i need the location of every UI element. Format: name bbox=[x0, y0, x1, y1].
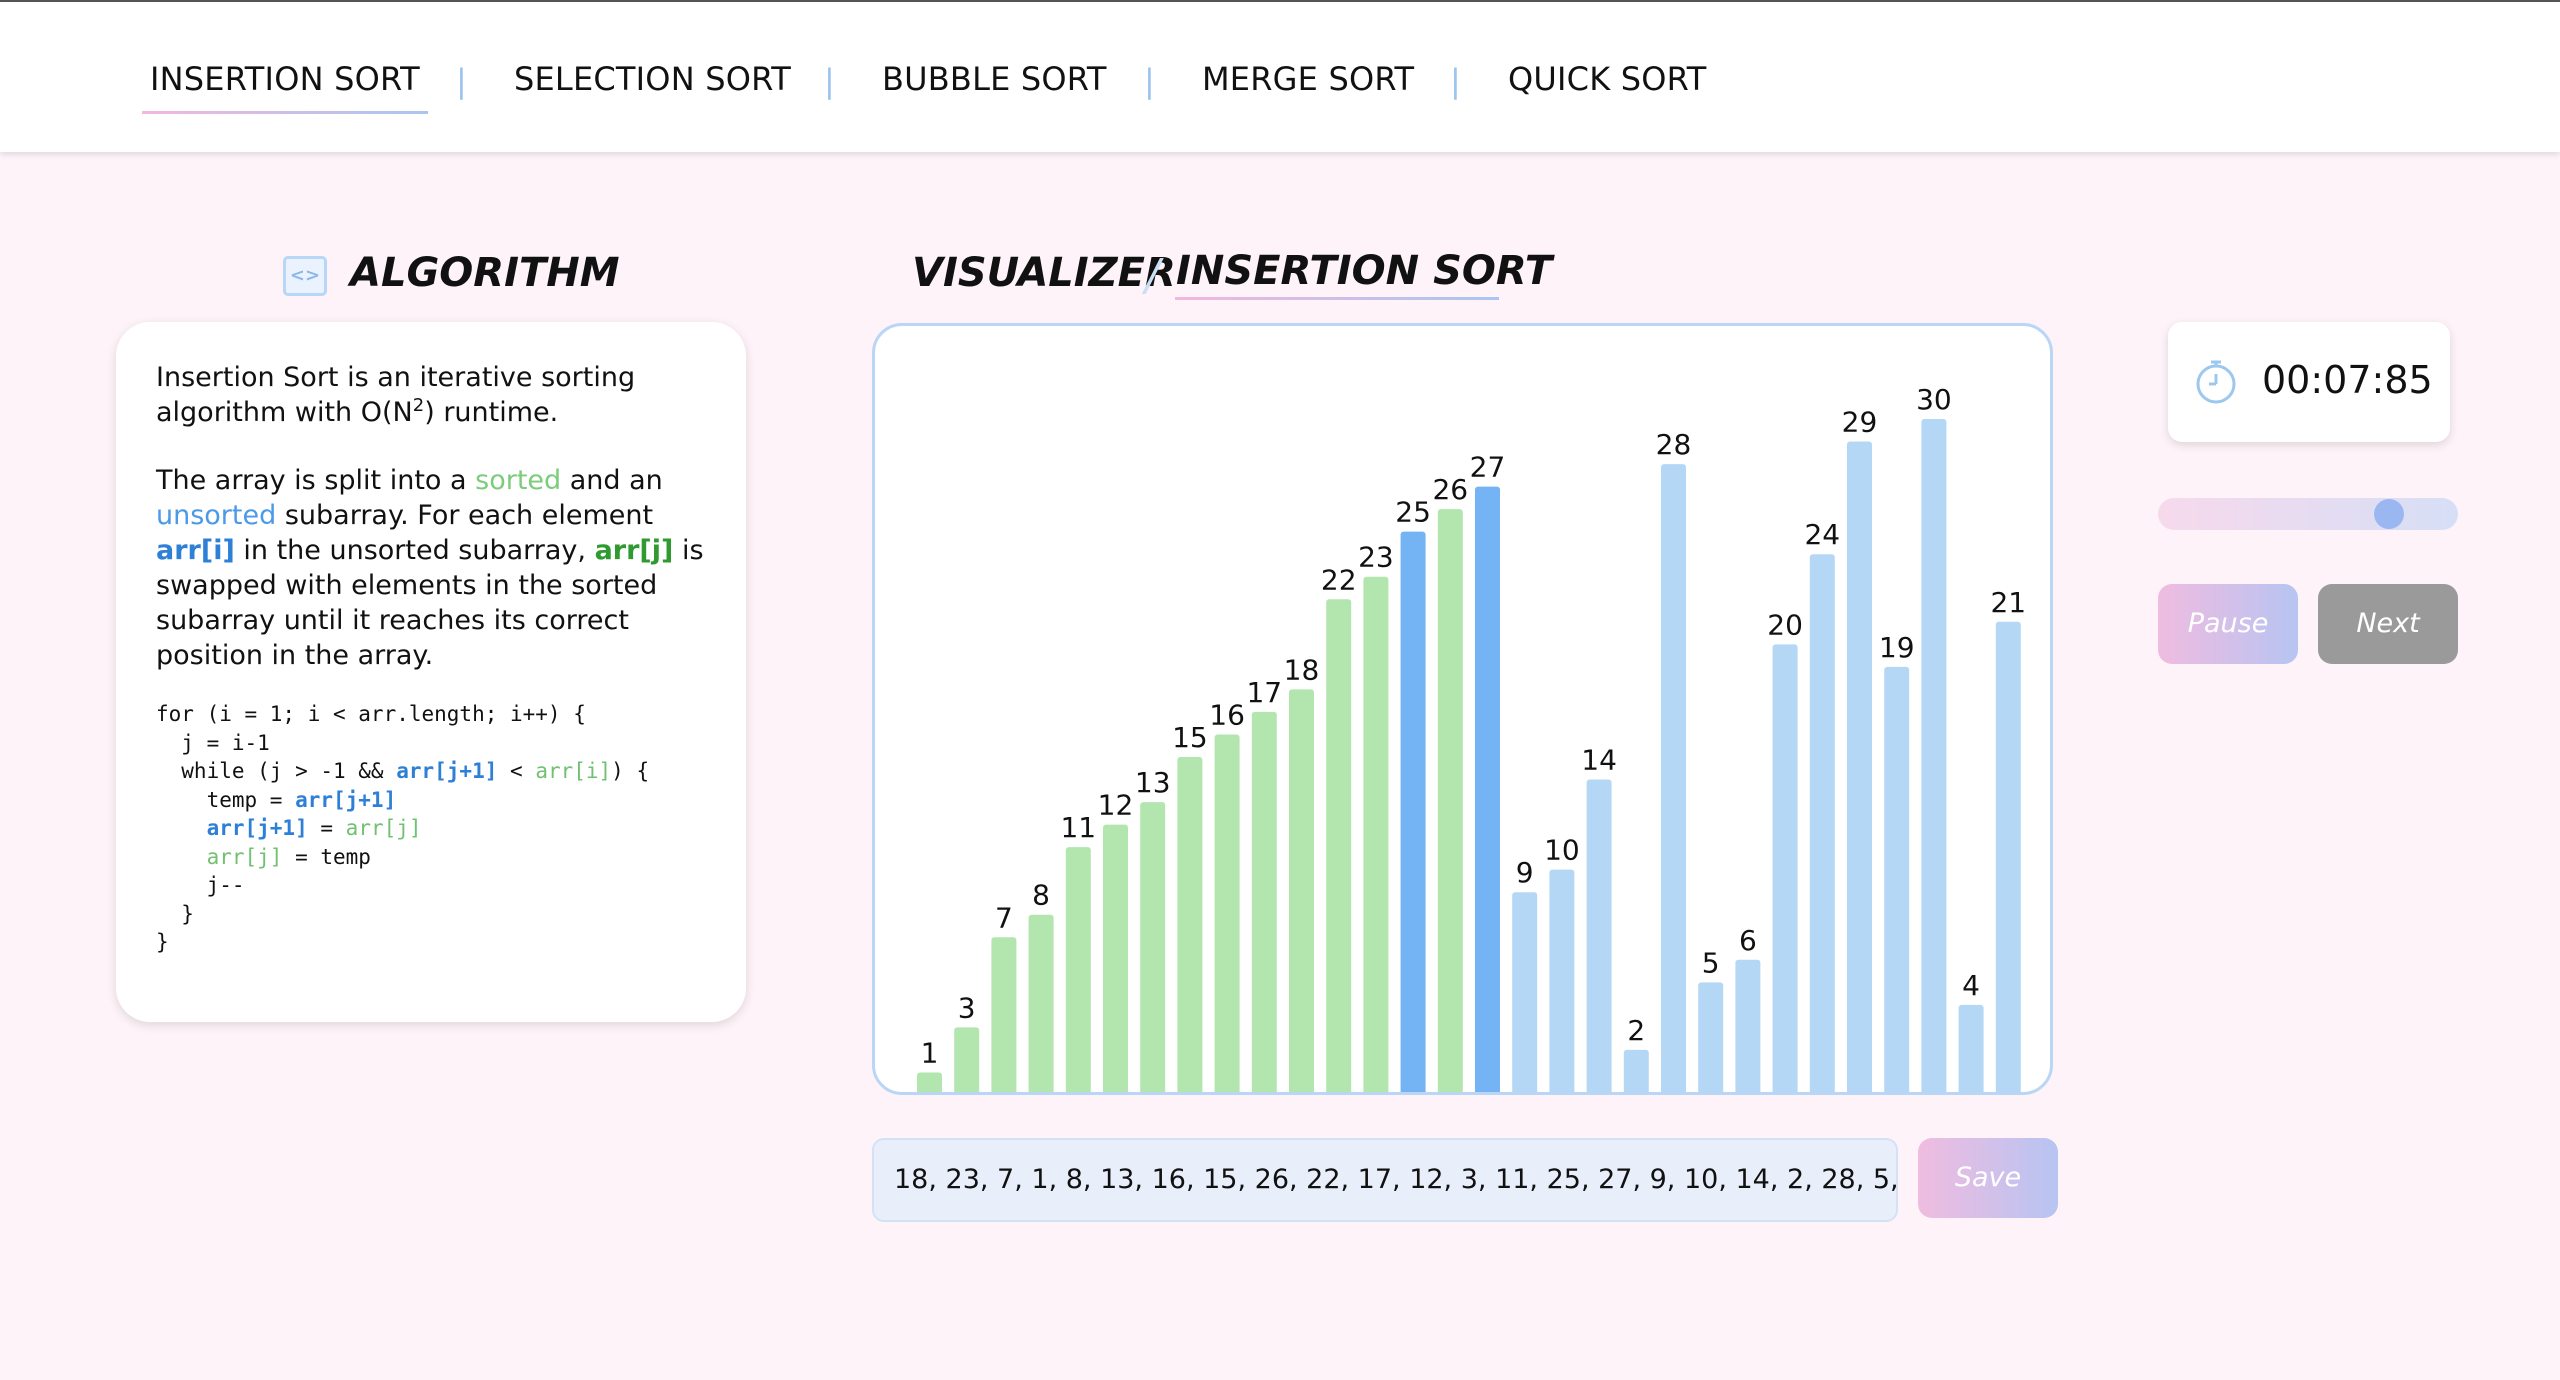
bar-26 bbox=[1884, 666, 1910, 1092]
bar-28 bbox=[1958, 1004, 1984, 1092]
bar-label-11: 22 bbox=[1321, 563, 1357, 596]
pseudo-code: for (i = 1; i < arr.length; i++) { j = i… bbox=[156, 702, 650, 954]
bar-label-16: 9 bbox=[1516, 856, 1534, 889]
bar-1 bbox=[954, 1027, 980, 1092]
bar-12 bbox=[1363, 576, 1389, 1092]
speed-slider[interactable] bbox=[2158, 498, 2458, 530]
bar-8 bbox=[1214, 734, 1240, 1092]
bar-14 bbox=[1437, 509, 1463, 1092]
bar-16 bbox=[1512, 892, 1538, 1092]
tab-bubble-sort[interactable]: BUBBLE SORT bbox=[882, 60, 1107, 98]
bar-20 bbox=[1661, 464, 1686, 1092]
tab-quick-sort[interactable]: QUICK SORT bbox=[1508, 60, 1707, 98]
bar-7 bbox=[1177, 757, 1203, 1092]
bar-5 bbox=[1103, 824, 1128, 1092]
tab-merge-sort[interactable]: MERGE SORT bbox=[1202, 60, 1414, 98]
nav-separator: | bbox=[824, 62, 835, 100]
timer-value: 00:07:85 bbox=[2262, 358, 2433, 402]
bar-label-8: 16 bbox=[1209, 698, 1245, 731]
code-icon: <> bbox=[283, 256, 327, 296]
timer-card: 00:07:85 bbox=[2168, 322, 2450, 442]
subtitle-underline bbox=[1175, 297, 1499, 300]
bar-label-14: 26 bbox=[1432, 473, 1468, 506]
bar-label-24: 24 bbox=[1804, 518, 1840, 551]
bar-label-1: 3 bbox=[958, 991, 976, 1024]
bar-label-13: 25 bbox=[1395, 496, 1431, 529]
bar-label-12: 23 bbox=[1358, 541, 1394, 574]
visualizer-title: VISUALIZER bbox=[912, 250, 1176, 296]
bar-label-25: 29 bbox=[1842, 406, 1878, 439]
bar-label-29: 21 bbox=[1990, 586, 2026, 619]
bar-label-2: 7 bbox=[995, 901, 1013, 934]
bar-label-18: 14 bbox=[1581, 744, 1617, 777]
algorithm-description: Insertion Sort is an iterative sorting a… bbox=[156, 360, 706, 673]
bar-label-7: 15 bbox=[1172, 721, 1208, 754]
visualizer-subtitle: INSERTION SORT bbox=[1176, 248, 1553, 294]
bar-0 bbox=[917, 1072, 942, 1092]
algorithm-explanation: The array is split into a sorted and an … bbox=[156, 465, 704, 671]
bar-18 bbox=[1586, 779, 1612, 1092]
algorithm-intro: Insertion Sort is an iterative sorting a… bbox=[156, 362, 636, 428]
bar-22 bbox=[1735, 959, 1761, 1092]
nav-separator: | bbox=[1144, 62, 1155, 100]
bar-label-21: 5 bbox=[1702, 946, 1720, 979]
bar-23 bbox=[1772, 644, 1798, 1092]
bar-label-22: 6 bbox=[1739, 924, 1757, 957]
array-input[interactable]: 18, 23, 7, 1, 8, 13, 16, 15, 26, 22, 17,… bbox=[872, 1138, 1898, 1222]
bar-11 bbox=[1326, 599, 1352, 1092]
bar-24 bbox=[1809, 554, 1835, 1092]
bar-label-28: 4 bbox=[1962, 969, 1980, 1002]
algorithm-title: ALGORITHM bbox=[350, 250, 620, 296]
bar-label-3: 8 bbox=[1032, 879, 1050, 912]
title-divider: / bbox=[1145, 250, 1160, 301]
bar-19 bbox=[1623, 1049, 1649, 1092]
bar-label-15: 27 bbox=[1470, 451, 1506, 484]
bar-25 bbox=[1847, 441, 1872, 1092]
bar-label-17: 10 bbox=[1544, 834, 1580, 867]
bar-label-4: 11 bbox=[1060, 811, 1096, 844]
algorithm-card: Insertion Sort is an iterative sorting a… bbox=[116, 322, 746, 1022]
save-button[interactable]: Save bbox=[1918, 1138, 2058, 1218]
bar-2 bbox=[991, 937, 1017, 1092]
bar-17 bbox=[1549, 869, 1575, 1092]
bar-chart-svg: 1378111213151617182223252627910142285620… bbox=[917, 383, 2026, 1092]
bar-10 bbox=[1289, 689, 1314, 1092]
nav-separator: | bbox=[1450, 62, 1461, 100]
top-nav: INSERTION SORT | SELECTION SORT | BUBBLE… bbox=[0, 2, 2560, 152]
bar-label-23: 20 bbox=[1767, 608, 1803, 641]
tab-selection-sort[interactable]: SELECTION SORT bbox=[514, 60, 791, 98]
bar-label-27: 30 bbox=[1916, 383, 1952, 416]
bar-label-0: 1 bbox=[921, 1036, 939, 1069]
bar-4 bbox=[1065, 847, 1091, 1092]
bar-chart: 1 3 7 8 11 12 13 15 16 17 18 22 23 25 26 27 9 10 14 2 28 5 6 20… bbox=[872, 323, 2053, 1095]
bar-label-10: 18 bbox=[1284, 653, 1320, 686]
bar-label-26: 19 bbox=[1879, 631, 1915, 664]
bar-label-19: 2 bbox=[1627, 1014, 1645, 1047]
next-button[interactable]: Next bbox=[2318, 584, 2458, 664]
tab-insertion-sort[interactable]: INSERTION SORT bbox=[142, 60, 428, 114]
bar-label-9: 17 bbox=[1246, 676, 1282, 709]
bar-label-5: 12 bbox=[1098, 789, 1134, 822]
bar-29 bbox=[1995, 621, 2021, 1092]
speed-slider-thumb[interactable] bbox=[2374, 499, 2404, 529]
bar-3 bbox=[1028, 914, 1054, 1092]
nav-separator: | bbox=[456, 62, 467, 100]
bar-13 bbox=[1400, 531, 1426, 1092]
bar-27 bbox=[1921, 419, 1947, 1092]
bar-21 bbox=[1698, 982, 1724, 1092]
stopwatch-icon bbox=[2196, 360, 2236, 404]
bar-6 bbox=[1140, 802, 1166, 1092]
bar-label-6: 13 bbox=[1135, 766, 1171, 799]
bar-label-20: 28 bbox=[1656, 428, 1692, 461]
pause-button[interactable]: Pause bbox=[2158, 584, 2298, 664]
bar-9 bbox=[1251, 711, 1277, 1092]
bar-15 bbox=[1475, 486, 1500, 1092]
